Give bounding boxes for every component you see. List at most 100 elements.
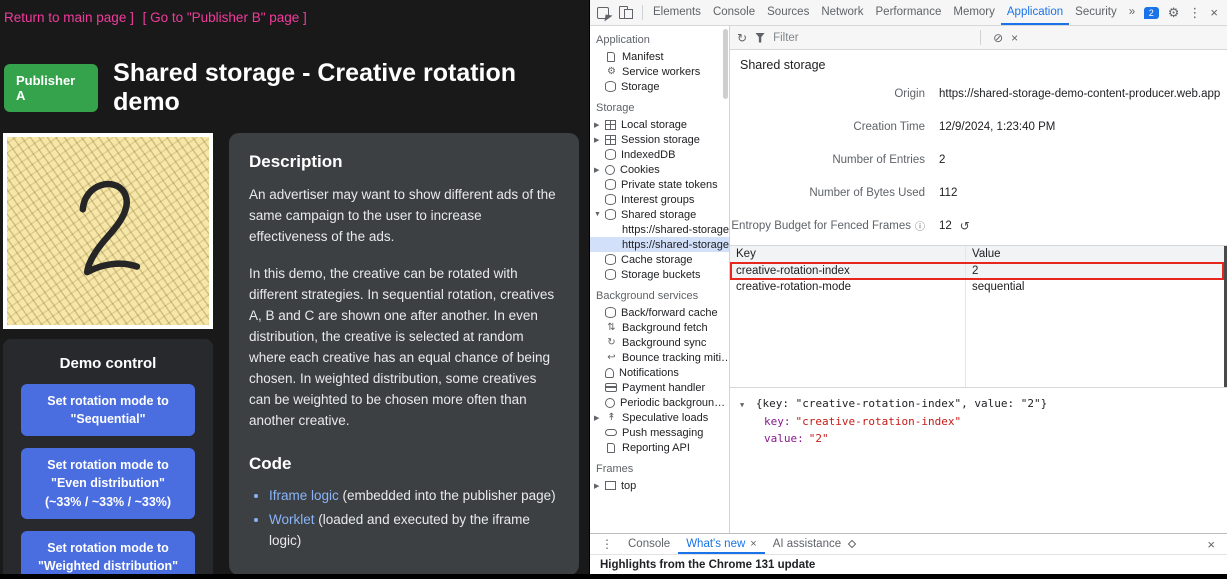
sidebar-item-shared-storage[interactable]: ▼ Shared storage [590, 207, 729, 222]
panel-title: Shared storage [730, 50, 1227, 77]
more-tabs-button[interactable]: » [1123, 0, 1141, 25]
devtools-window: Elements Console Sources Network Perform… [589, 0, 1227, 574]
drawer-tab-ai-assistance[interactable]: AI assistance [765, 534, 863, 554]
chevron-right-icon[interactable]: ▶ [594, 414, 605, 422]
sidebar-item-cache-storage[interactable]: Cache storage [590, 252, 729, 267]
sidebar-item-shared-storage-origin-2[interactable]: https://shared-storage… [590, 237, 729, 252]
tab-application[interactable]: Application [1001, 0, 1069, 25]
sidebar-item-push-messaging[interactable]: Push messaging [590, 425, 729, 440]
sidebar-scrollbar[interactable] [723, 29, 728, 99]
sidebar-item-top-frame[interactable]: ▶ top [590, 478, 729, 493]
delete-selected-button[interactable]: × [1011, 32, 1018, 44]
settings-gear-icon[interactable]: ⚙ [1168, 6, 1180, 19]
rotation-weighted-distribution-button[interactable]: Set rotation mode to "Weighted distribut… [21, 531, 195, 574]
tab-security[interactable]: Security [1069, 0, 1123, 25]
publisher-demo-page: Return to main page ] [ Go to "Publisher… [0, 0, 589, 574]
field-number-of-bytes-used: Number of Bytes Used 112 [730, 176, 1227, 209]
return-to-main-link[interactable]: Return to main page ] [4, 10, 134, 25]
tab-network[interactable]: Network [815, 0, 869, 25]
publisher-a-badge[interactable]: Publisher A [4, 64, 98, 112]
fetch-arrows-icon: ⇅ [605, 322, 618, 333]
code-links-list: Iframe logic (embedded into the publishe… [269, 486, 559, 552]
demo-content: Demo control Set rotation mode to "Seque… [0, 133, 589, 574]
sidebar-item-cookies[interactable]: ▶ Cookies [590, 162, 729, 177]
cookie-icon [605, 165, 615, 175]
toolbar-divider [980, 30, 981, 45]
tab-console[interactable]: Console [707, 0, 761, 25]
sidebar-item-notifications[interactable]: Notifications [590, 365, 729, 380]
sidebar-item-periodic-background-sync[interactable]: Periodic backgroun… [590, 395, 729, 410]
rotation-even-distribution-button[interactable]: Set rotation mode to "Even distribution"… [21, 448, 195, 518]
tab-performance[interactable]: Performance [870, 0, 948, 25]
drawer-tab-whats-new[interactable]: What's new × [678, 534, 765, 554]
entry-preview-pane: ▼ {key: "creative-rotation-index", value… [730, 387, 1227, 533]
filter-input[interactable] [773, 32, 968, 44]
sidebar-item-background-sync[interactable]: ↻ Background sync [590, 335, 729, 350]
column-header-key[interactable]: Key [730, 248, 965, 260]
info-icon[interactable]: ⓘ [915, 218, 925, 233]
sidebar-item-reporting-api[interactable]: Reporting API [590, 440, 729, 455]
sidebar-item-payment-handler[interactable]: Payment handler [590, 380, 729, 395]
reset-budget-icon[interactable]: ↺ [960, 219, 970, 233]
refresh-button[interactable]: ↻ [737, 32, 747, 44]
rotation-sequential-button[interactable]: Set rotation mode to "Sequential" [21, 384, 195, 436]
sidebar-item-session-storage[interactable]: ▶ Session storage [590, 132, 729, 147]
tab-sources[interactable]: Sources [761, 0, 815, 25]
database-icon [605, 179, 616, 190]
sidebar-item-storage-buckets[interactable]: Storage buckets [590, 267, 729, 282]
table-row-creative-rotation-index[interactable]: creative-rotation-index 2 [730, 263, 1227, 279]
close-devtools-icon[interactable]: × [1210, 6, 1218, 19]
field-creation-time: Creation Time 12/9/2024, 1:23:40 PM [730, 110, 1227, 143]
document-icon [607, 443, 615, 453]
chevron-right-icon[interactable]: ▶ [594, 482, 605, 490]
whats-new-close-icon[interactable]: × [750, 538, 756, 550]
tab-elements[interactable]: Elements [647, 0, 707, 25]
expand-triangle-icon[interactable]: ▼ [740, 401, 744, 409]
device-toolbar-icon[interactable] [619, 6, 633, 19]
drawer-tab-console[interactable]: Console [620, 534, 678, 554]
sidebar-item-local-storage[interactable]: ▶ Local storage [590, 117, 729, 132]
column-header-value[interactable]: Value [965, 248, 1227, 260]
field-entropy-budget: Entropy Budget for Fenced Frames ⓘ 12 ↺ [730, 209, 1227, 242]
inspect-icon[interactable] [597, 7, 609, 19]
demo-control-panel: Demo control Set rotation mode to "Seque… [3, 339, 213, 574]
chevron-right-icon[interactable]: ▶ [594, 166, 605, 174]
sidebar-item-storage[interactable]: Storage [590, 79, 729, 94]
chevron-right-icon[interactable]: ▶ [594, 136, 605, 144]
handwritten-2-graphic [55, 163, 162, 298]
sidebar-item-back-forward-cache[interactable]: Back/forward cache [590, 305, 729, 320]
screenshot-root: Return to main page ] [ Go to "Publisher… [0, 0, 1227, 579]
preview-summary: {key: "creative-rotation-index", value: … [756, 397, 1047, 410]
drawer-menu-icon[interactable]: ⋮ [594, 537, 620, 551]
sidebar-item-service-workers[interactable]: ⚙ Service workers [590, 64, 729, 79]
chevron-down-icon[interactable]: ▼ [594, 211, 605, 218]
sidebar-item-interest-groups[interactable]: Interest groups [590, 192, 729, 207]
clock-icon [605, 398, 615, 408]
iframe-logic-link[interactable]: Iframe logic [269, 488, 339, 503]
sidebar-item-shared-storage-origin-1[interactable]: https://shared-storage… [590, 222, 729, 237]
manifest-icon [607, 52, 615, 62]
table-row-creative-rotation-mode[interactable]: creative-rotation-mode sequential [730, 279, 1227, 295]
sidebar-item-private-state-tokens[interactable]: Private state tokens [590, 177, 729, 192]
close-drawer-icon[interactable]: × [1199, 537, 1223, 552]
go-to-publisher-b-link[interactable]: [ Go to "Publisher B" page ] [143, 10, 307, 25]
service-worker-icon: ⚙ [605, 66, 618, 77]
chevron-right-icon[interactable]: ▶ [594, 121, 605, 129]
panel-toolbar: ↻ ⊘ × [730, 26, 1227, 50]
tab-memory[interactable]: Memory [947, 0, 1001, 25]
ad-creative-frame[interactable] [3, 133, 213, 329]
cloud-icon [605, 429, 617, 436]
more-options-icon[interactable]: ⋮ [1188, 6, 1201, 19]
ai-spark-icon [848, 540, 856, 548]
sidebar-item-bounce-tracking[interactable]: ↩ Bounce tracking miti… [590, 350, 729, 365]
issues-count-badge[interactable]: 2 [1144, 7, 1159, 19]
shared-storage-content: Shared storage Origin https://shared-sto… [730, 50, 1227, 533]
worklet-link[interactable]: Worklet [269, 512, 315, 527]
sidebar-item-speculative-loads[interactable]: ▶ ↟ Speculative loads [590, 410, 729, 425]
database-icon [605, 269, 616, 280]
sidebar-item-manifest[interactable]: Manifest [590, 49, 729, 64]
sidebar-item-indexeddb[interactable]: IndexedDB [590, 147, 729, 162]
shared-storage-table: Key Value creative-rotation-index 2 crea… [730, 245, 1227, 387]
clear-all-button[interactable]: ⊘ [993, 32, 1003, 44]
sidebar-item-background-fetch[interactable]: ⇅ Background fetch [590, 320, 729, 335]
